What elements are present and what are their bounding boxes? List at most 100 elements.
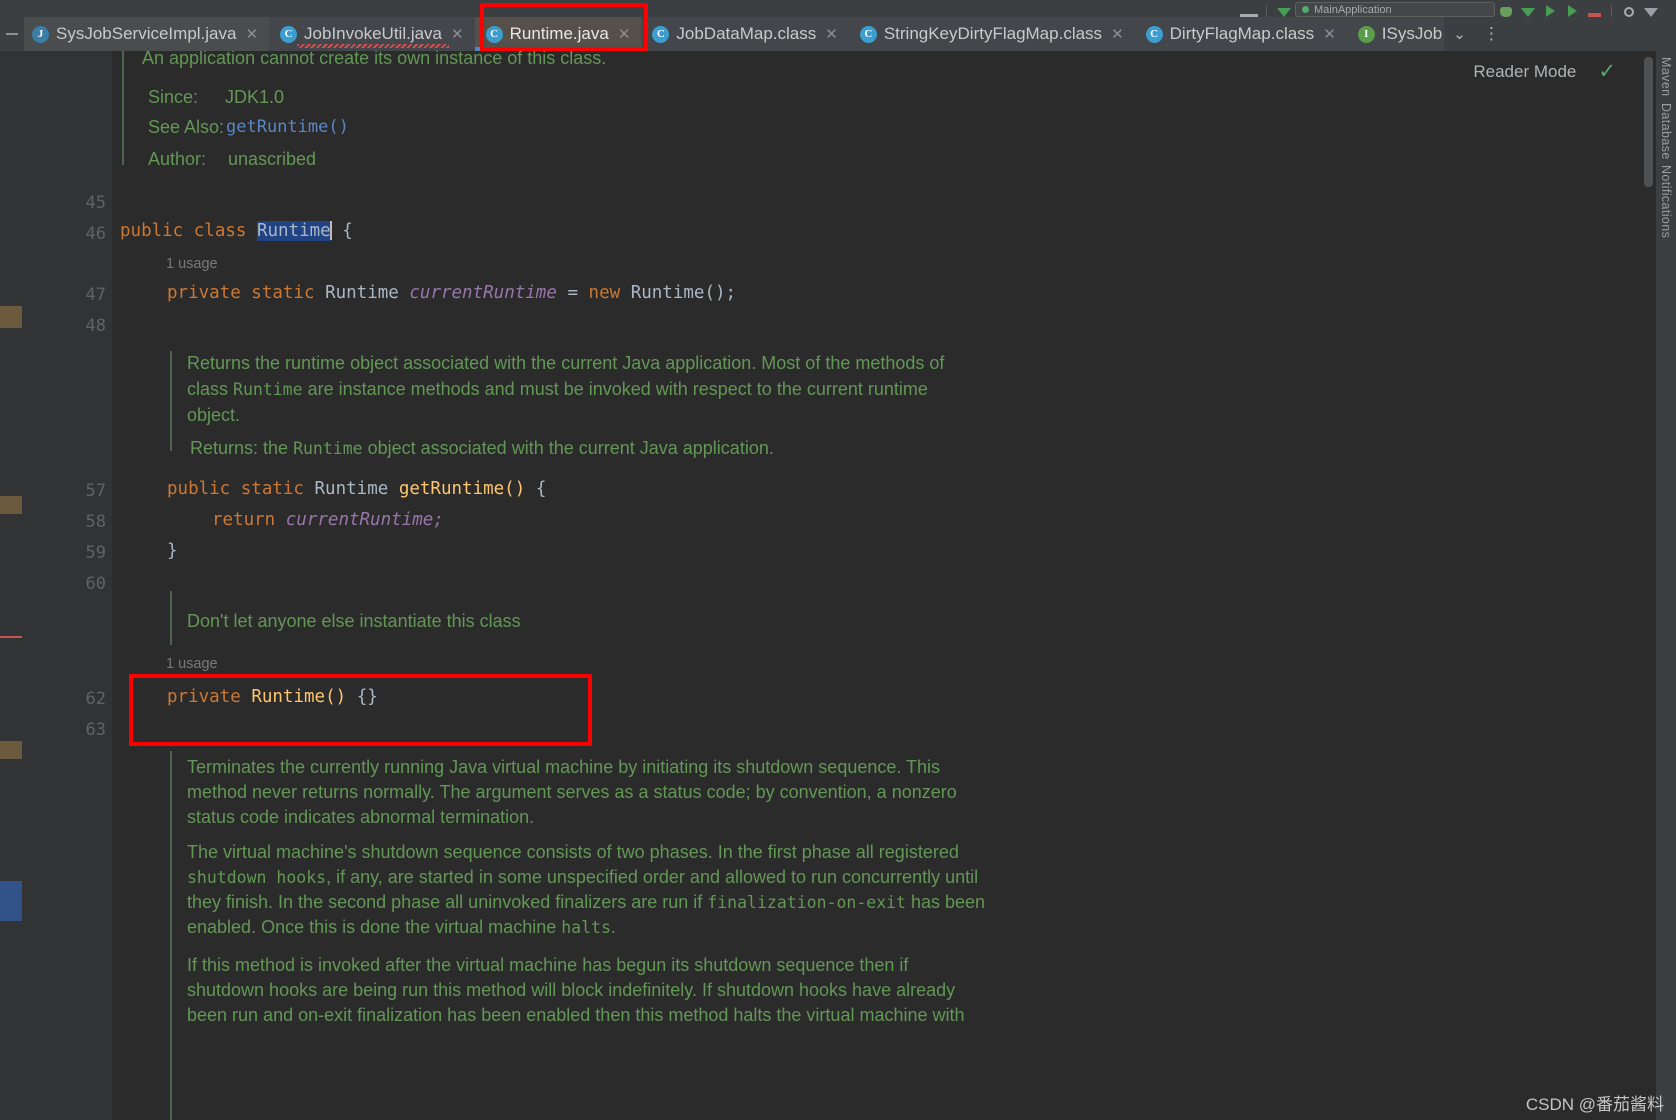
tool-window-database[interactable]: Database [1659,103,1673,160]
class-decl-brace: { [331,221,353,241]
keyword-return: return [212,510,276,530]
tab-dirtyflagmap-class[interactable]: C DirtyFlagMap.class ✕ [1134,17,1347,51]
run-dropdown-icon[interactable] [1273,1,1295,17]
open-brace: { [535,479,547,499]
tab-close-icon[interactable]: ✕ [823,27,838,42]
tool-window-maven[interactable]: Maven [1659,57,1673,97]
editor-tab-bar: J SysJobServiceImpl.java ✕ C JobInvokeUt… [0,17,1676,51]
debug-icon[interactable] [1539,1,1561,17]
tab-close-icon[interactable]: ✕ [449,27,464,42]
javadoc-exit-p3-l1: If this method is invoked after the virt… [187,955,909,975]
scrollbar-thumb[interactable] [1644,57,1653,187]
javadoc-text: object associated with the current Java … [362,438,774,458]
javadoc-see-also-link[interactable]: getRuntime() [226,117,349,137]
java-class-icon: J [32,25,49,43]
tab-label: Runtime.java [509,24,609,43]
right-tool-window-rail[interactable]: Maven Database Notifications [1656,51,1676,1120]
run-with-coverage-icon[interactable] [1561,1,1583,17]
tab-runtime-java[interactable]: C Runtime.java ✕ [474,17,642,51]
tab-close-icon[interactable]: ✕ [1109,27,1124,42]
tab-label: DirtyFlagMap.class [1169,24,1315,43]
tab-label: JobDataMap.class [676,24,817,43]
tab-bar-drag-handle[interactable] [0,17,24,51]
code-line-private-constructor[interactable]: private Runtime() {} [167,687,378,707]
editor-gutter[interactable]: 45 46 47 48 57 58 59 60 62 63 [22,51,140,1120]
java-interface-icon: I [1357,25,1375,43]
constructor-name-runtime: Runtime() [251,687,347,707]
line-number: 45 [85,193,106,213]
usage-hint[interactable]: 1 usage [166,656,218,672]
javadoc-text: has been [906,892,986,912]
javadoc-exit-p2-l1: The virtual machine's shutdown sequence … [187,842,959,862]
javadoc-halts-link[interactable]: halts [561,918,611,937]
line-number: 57 [85,481,106,501]
keyword-new: new [588,283,621,303]
minimize-icon[interactable] [1238,1,1260,17]
line-number: 63 [85,720,106,740]
javadoc-inline-code: Runtime [233,380,303,399]
intellij-idea-window: MainApplication J SysJobServiceImpl.java… [0,0,1676,1120]
keyword-private: private [167,687,241,707]
line-number: 60 [85,574,106,594]
reader-mode-indicator[interactable]: Reader Mode ✓ [1473,61,1616,82]
java-class-icon: C [1145,25,1163,43]
run-configuration-selector[interactable]: MainApplication [1295,2,1495,17]
vcs-change-marker [0,881,22,921]
javadoc-getruntime-line2: class Runtime are instance methods and m… [187,379,928,400]
operator-equals: = [567,283,578,303]
code-line-field-declaration[interactable]: private static Runtime currentRuntime = … [167,283,736,303]
tab-stringkeydirtyflagmap-class[interactable]: C StringKeyDirtyFlagMap.class ✕ [848,17,1135,51]
javadoc-exit-p2-l3: they finish. In the second phase all uni… [187,892,985,913]
run-icon[interactable] [1517,1,1539,17]
code-line-return-statement[interactable]: return currentRuntime; [212,510,444,530]
tab-close-icon[interactable]: ✕ [1321,27,1336,42]
tab-isysjob[interactable]: I ISysJob [1346,17,1445,51]
tab-list-chevron-down-icon[interactable]: ⌄ [1444,17,1475,51]
code-content[interactable]: An application cannot create its own ins… [112,51,1638,1120]
tab-label: SysJobServiceImpl.java [56,24,237,43]
usage-hint[interactable]: 1 usage [166,256,218,272]
selected-identifier-runtime: Runtime [256,221,331,241]
code-editor[interactable]: 45 46 47 48 57 58 59 60 62 63 An applica… [0,51,1676,1120]
tab-label: StringKeyDirtyFlagMap.class [883,24,1103,43]
search-icon[interactable] [1618,1,1640,17]
line-number: 46 [85,224,106,244]
tab-options-kebab-icon[interactable]: ⋮ [1475,17,1508,51]
javadoc-text: are instance methods and must be invoked… [302,379,928,399]
javadoc-author-label: Author: [148,149,207,169]
code-line-close-brace[interactable]: } [167,541,178,561]
java-class-icon: C [652,25,670,43]
line-number: 62 [85,689,106,709]
code-line-getruntime-signature[interactable]: public static Runtime getRuntime() { [167,479,546,499]
settings-icon[interactable] [1640,1,1662,17]
tab-jobinvokeutil-java[interactable]: C JobInvokeUtil.java ✕ [269,17,475,51]
tab-close-icon[interactable]: ✕ [616,27,631,42]
javadoc-intro-text: An application cannot create its own ins… [142,51,607,68]
stop-icon[interactable] [1583,1,1605,17]
type-runtime: Runtime [325,283,399,303]
java-class-icon: C [859,25,877,43]
javadoc-exit-p2-l2: shutdown hooks, if any, are started in s… [187,867,978,888]
toolbar-divider [1266,5,1267,17]
javadoc-text: they finish. In the second phase all uni… [187,892,708,912]
return-type-runtime: Runtime [314,479,389,499]
tab-close-icon[interactable]: ✕ [243,27,258,42]
build-icon[interactable] [1495,1,1517,17]
editor-scrollbar[interactable] [1638,51,1656,1120]
tab-sysjobserviceimpl-java[interactable]: J SysJobServiceImpl.java ✕ [24,17,270,51]
javadoc-text: , if any, are started in some unspecifie… [326,867,979,887]
vcs-deleted-marker [0,636,22,638]
javadoc-text: enabled. Once this is done the virtual m… [187,917,562,937]
javadoc-returns-label: Returns: the [190,438,294,458]
code-line-class-declaration[interactable]: public class Runtime { [120,221,353,241]
inspection-ok-check-icon[interactable]: ✓ [1598,61,1616,82]
tab-jobdatamap-class[interactable]: C JobDataMap.class ✕ [641,17,849,51]
javadoc-see-also-label: See Also: [148,117,225,137]
reader-mode-label: Reader Mode [1473,61,1577,81]
constructor-empty-body: {} [356,687,378,707]
javadoc-inline-code: Runtime [293,439,363,458]
javadoc-shutdown-hooks-link[interactable]: shutdown hooks [187,868,326,887]
tab-error-squiggle-icon [297,44,449,48]
tool-window-notifications[interactable]: Notifications [1659,165,1673,238]
line-number: 47 [85,285,106,305]
